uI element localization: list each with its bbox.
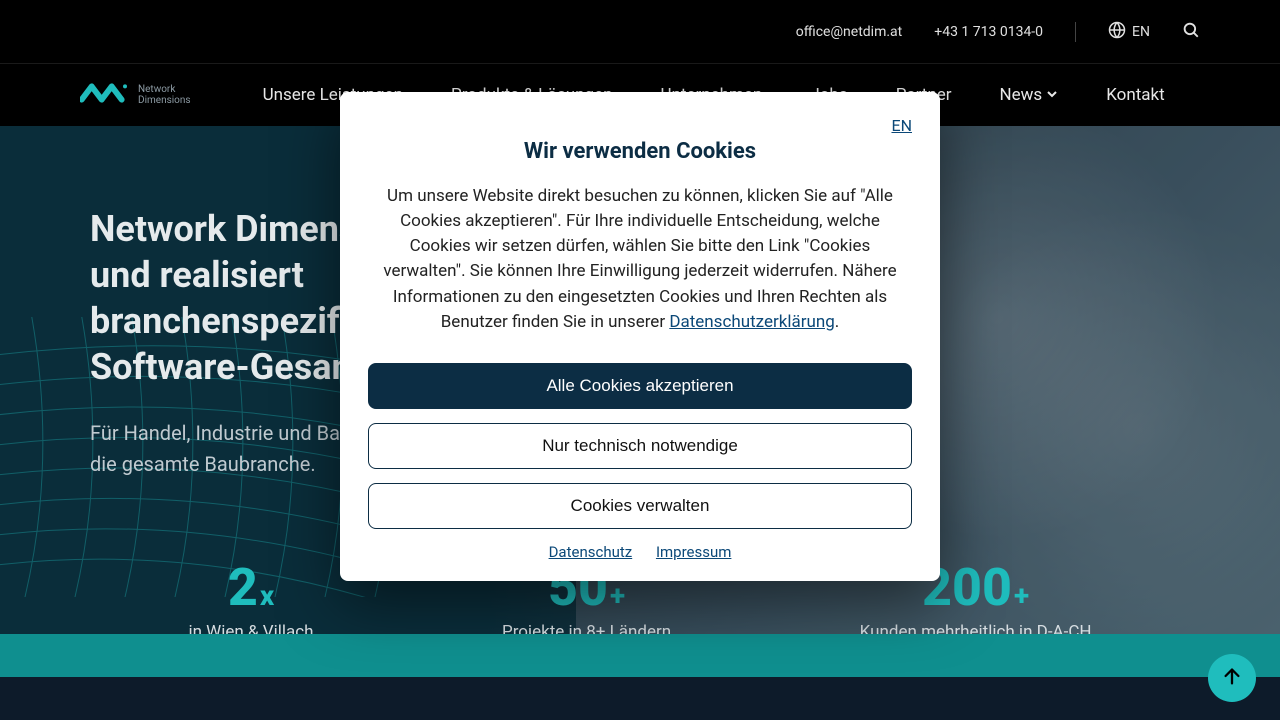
privacy-policy-link[interactable]: Datenschutzerklärung [669, 312, 834, 332]
cookie-footer-links: Datenschutz Impressum [368, 543, 912, 561]
cookie-overlay: EN Wir verwenden Cookies Um unsere Websi… [0, 0, 1280, 720]
cookie-modal: EN Wir verwenden Cookies Um unsere Websi… [340, 92, 940, 581]
cookie-description: Um unsere Website direkt besuchen zu kön… [368, 184, 912, 335]
cookie-lang-link[interactable]: EN [368, 116, 912, 135]
footer-privacy-link[interactable]: Datenschutz [549, 543, 633, 561]
cookie-title: Wir verwenden Cookies [368, 139, 912, 164]
accept-all-cookies-button[interactable]: Alle Cookies akzeptieren [368, 363, 912, 409]
necessary-cookies-button[interactable]: Nur technisch notwendige [368, 423, 912, 469]
manage-cookies-button[interactable]: Cookies verwalten [368, 483, 912, 529]
footer-imprint-link[interactable]: Impressum [656, 543, 731, 561]
